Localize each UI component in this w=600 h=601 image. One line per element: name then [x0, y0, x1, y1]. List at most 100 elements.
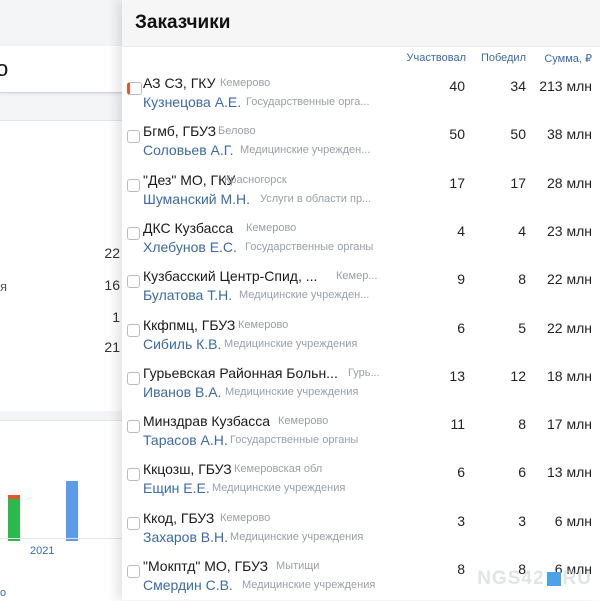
customer-name[interactable]: Гурьевская Районная Больн...	[143, 365, 338, 381]
customer-name[interactable]: Ккфпмц, ГБУЗ	[143, 317, 235, 333]
contact-person[interactable]: Иванов В.А.	[143, 384, 221, 400]
customer-location: Кемеровская обл	[234, 463, 323, 476]
contact-person[interactable]: Тарасов А.Н.	[143, 432, 228, 448]
row-checkbox[interactable]	[127, 130, 140, 144]
row-checkbox[interactable]	[127, 226, 140, 240]
customer-sector: Государственные органы	[230, 434, 359, 447]
background-value: 22	[104, 245, 120, 261]
won-count: 50	[510, 126, 526, 143]
contact-person[interactable]: Сибиль К.В.	[143, 336, 221, 352]
customer-location: Кемерово	[278, 415, 329, 428]
customer-row[interactable]: Гурьевская Районная Больн... Гурь... Ивано…	[122, 360, 600, 408]
panel-title: Заказчики	[135, 12, 231, 33]
row-checkbox[interactable]	[127, 371, 140, 385]
contact-person[interactable]: Хлебунов Е.С.	[143, 239, 237, 255]
customers-panel: Заказчики Участвовал Победил Сумма, ₽ АЗ…	[122, 0, 600, 600]
contact-person[interactable]: Кузнецова А.Е.	[143, 94, 241, 110]
won-count: 4	[518, 222, 526, 239]
customer-name[interactable]: ДКС Кузбасса	[143, 220, 233, 236]
customer-name[interactable]: Бгмб, ГБУЗ	[143, 123, 216, 139]
background-chart-bar	[66, 481, 78, 541]
customer-location: Красногорск	[224, 173, 287, 186]
won-count: 6	[518, 464, 526, 481]
customer-row[interactable]: Кузбасский Центр-Спид, ... Кемер... Булато…	[122, 263, 600, 311]
background-search-text: o	[0, 56, 9, 81]
customer-name[interactable]: "Мокптд" МО, ГБУЗ	[143, 558, 268, 574]
customer-sector: Медицинские учреждения	[242, 579, 376, 591]
customer-row[interactable]: Ккцозш, ГБУЗ Кемеровская обл Ещин Е.Е. Меди…	[122, 456, 600, 504]
customer-name[interactable]: "Дез" МО, ГКУ	[143, 172, 235, 188]
contract-sum: 38 млн	[547, 126, 592, 143]
customer-location: Белово	[218, 125, 256, 138]
customer-row[interactable]: ДКС Кузбасса Кемерово Хлебунов Е.С. Государ…	[122, 215, 600, 263]
row-checkbox[interactable]	[127, 420, 140, 434]
contact-person[interactable]: Захаров В.Н.	[143, 529, 228, 545]
contact-person[interactable]: Смердин С.В.	[143, 577, 233, 593]
contact-person[interactable]: Булатова Т.Н.	[143, 287, 232, 303]
contract-sum: 18 млн	[547, 367, 592, 384]
background-value: 16	[104, 277, 120, 293]
customer-sector: Государственные орга...	[246, 96, 370, 108]
row-checkbox[interactable]	[127, 468, 140, 482]
participated-count: 9	[457, 271, 465, 288]
row-checkbox[interactable]	[127, 565, 140, 578]
customer-row[interactable]: "Дез" МО, ГКУ Красногорск Шуманский М.Н. Ус…	[122, 167, 600, 215]
column-header-participated[interactable]: Участвовал	[407, 52, 466, 64]
customer-row[interactable]: Бгмб, ГБУЗ Белово Соловьев А.Г. Медицинские…	[122, 118, 600, 166]
customer-name[interactable]: Минздрав Кузбасса	[143, 413, 270, 429]
contract-sum: 213 млн	[539, 78, 592, 94]
customer-name[interactable]: Кузбасский Центр-Спид, ...	[143, 268, 317, 284]
watermark-square-icon	[546, 571, 561, 586]
customer-location: Кемерово	[238, 318, 289, 331]
participated-count: 8	[457, 561, 465, 577]
participated-count: 3	[457, 512, 465, 529]
customer-row[interactable]: АЗ СЗ, ГКУ Кемерово Кузнецова А.Е. Государс…	[122, 70, 600, 118]
participated-count: 6	[457, 319, 465, 336]
customer-sector: Медицинские учреждения	[212, 482, 346, 495]
background-bar-chart: 2021 о	[0, 420, 126, 600]
row-checkbox[interactable]	[127, 82, 142, 95]
contract-sum: 22 млн	[547, 271, 592, 288]
participated-count: 4	[457, 222, 465, 239]
contact-person[interactable]: Соловьев А.Г.	[143, 142, 234, 158]
row-checkbox[interactable]	[127, 516, 140, 530]
customer-name[interactable]: Ккод, ГБУЗ	[143, 510, 214, 526]
customer-sector: Услуги в области пр...	[260, 192, 372, 205]
watermark-left: NGS42	[477, 568, 545, 589]
contact-person[interactable]: Шуманский М.Н.	[143, 191, 250, 207]
contract-sum: 22 млн	[547, 319, 592, 336]
customer-name[interactable]: АЗ СЗ, ГКУ	[143, 75, 216, 91]
contract-sum: 13 млн	[547, 464, 592, 481]
row-checkbox[interactable]	[127, 178, 140, 192]
customer-row[interactable]: Ккфпмц, ГБУЗ Кемерово Сибиль К.В. Медицинск…	[122, 312, 600, 360]
column-header-won[interactable]: Победил	[481, 52, 526, 64]
won-count: 3	[518, 512, 526, 529]
customer-sector: Медицинские учрежден...	[240, 144, 371, 157]
customer-sector: Медицинские учреждения	[224, 337, 358, 350]
contract-sum: 23 млн	[547, 222, 592, 239]
customer-row[interactable]: Ккод, ГБУЗ Кемерово Захаров В.Н. Медицински…	[122, 505, 600, 553]
customer-location: Мытищи	[276, 560, 320, 572]
customer-name[interactable]: Ккцозш, ГБУЗ	[143, 461, 232, 477]
won-count: 17	[510, 174, 526, 191]
customer-sector: Государственные органы	[245, 240, 374, 253]
won-count: 5	[518, 319, 526, 336]
background-value: 1	[112, 309, 120, 325]
customer-row[interactable]: Минздрав Кузбасса Кемерово Тарасов А.Н. Гос…	[122, 408, 600, 456]
participated-count: 50	[449, 126, 465, 143]
participated-count: 13	[449, 367, 465, 384]
background-search-field[interactable]: o	[0, 46, 126, 93]
won-count: 8	[518, 416, 526, 433]
row-checkbox[interactable]	[127, 323, 140, 337]
contract-sum: 17 млн	[547, 416, 592, 433]
customer-sector: Медицинские учреждения	[230, 530, 364, 543]
row-checkbox[interactable]	[127, 275, 140, 289]
contract-sum: 6 млн	[554, 512, 592, 529]
won-count: 12	[510, 367, 526, 384]
background-chart-bar	[8, 495, 20, 499]
contact-person[interactable]: Ещин Е.Е.	[143, 480, 210, 496]
participated-count: 6	[457, 464, 465, 481]
customer-sector: Медицинские учрежден...	[239, 289, 370, 302]
column-header-sum[interactable]: Сумма, ₽	[544, 52, 592, 65]
background-stats-card: 22 16 я 1 21	[0, 120, 126, 411]
